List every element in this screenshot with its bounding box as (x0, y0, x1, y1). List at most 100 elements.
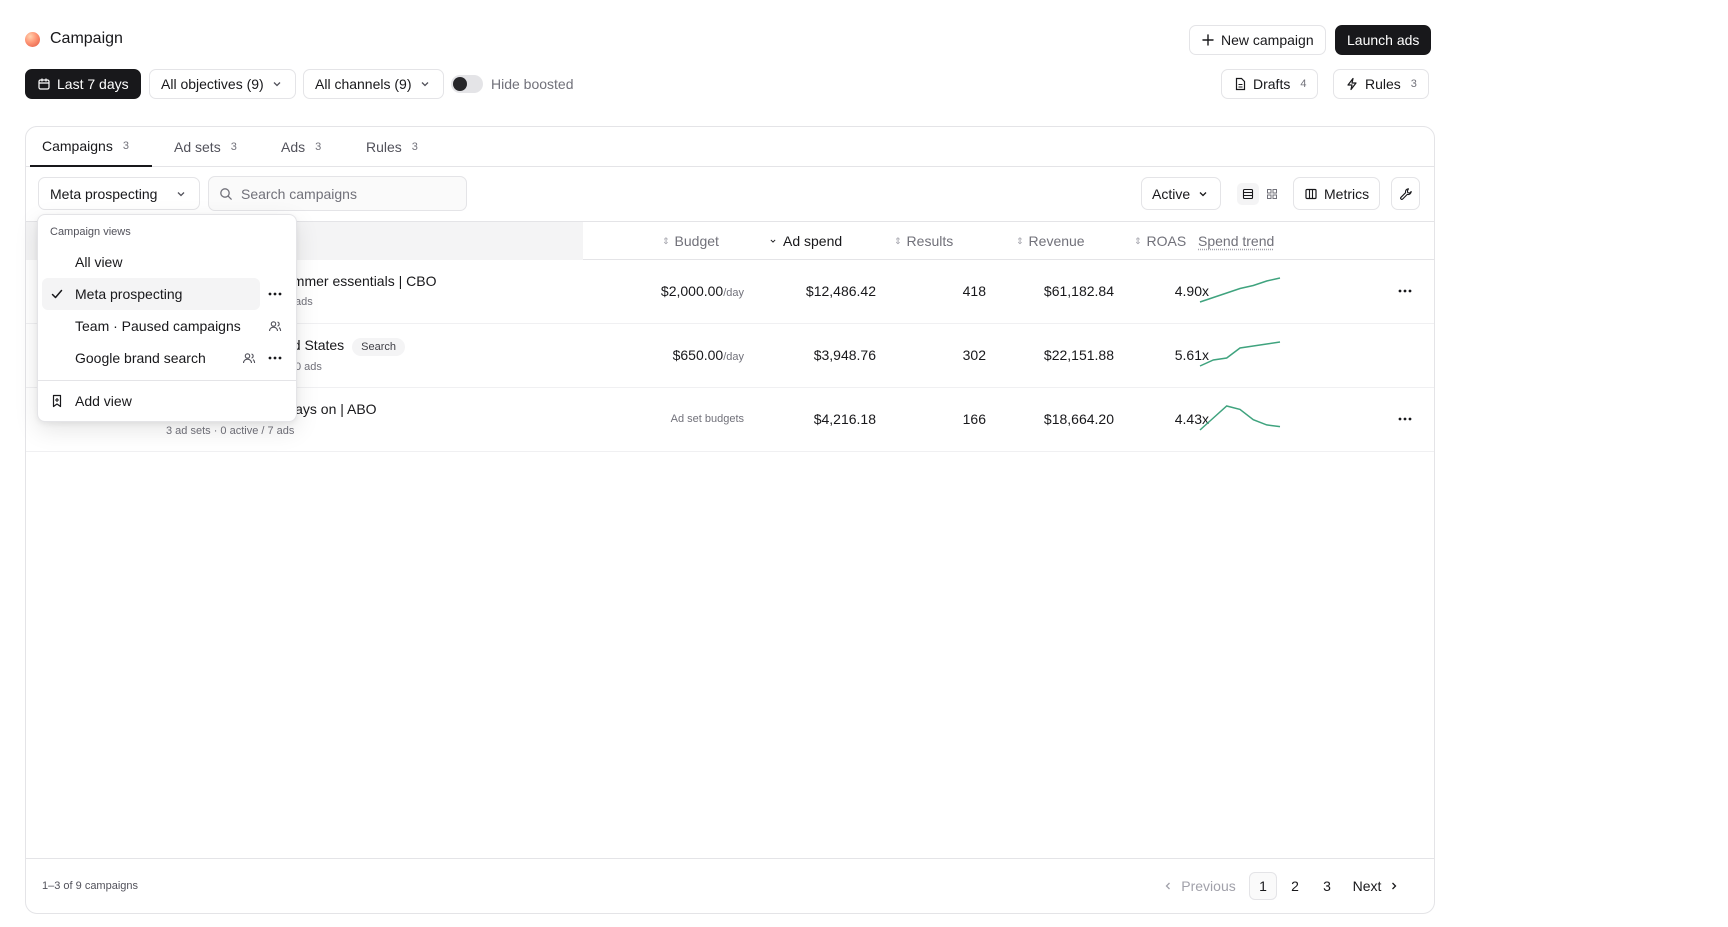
tab-count: 3 (230, 141, 237, 153)
tab-count: 3 (122, 140, 129, 152)
metrics-button[interactable]: Metrics (1293, 177, 1381, 210)
grid-view-icon[interactable] (1261, 183, 1283, 205)
tab-ad-sets[interactable]: Ad sets 3 (174, 127, 237, 167)
col-ad-spend[interactable]: Ad spend (768, 233, 842, 249)
row-actions-icon[interactable] (1396, 412, 1414, 426)
view-option-all[interactable]: All view (42, 246, 294, 278)
next-page-button[interactable]: Next (1347, 872, 1407, 900)
sparkline-line (1199, 341, 1281, 367)
status-filter[interactable]: Active (1141, 177, 1222, 210)
budget-per: /day (723, 351, 744, 363)
channels-filter[interactable]: All channels (9) (303, 69, 444, 99)
chevron-left-icon (1161, 879, 1175, 893)
dropdown-divider (38, 380, 296, 381)
tab-count: 3 (315, 141, 322, 153)
view-option-meta-prospecting[interactable]: Meta prospecting (42, 278, 294, 310)
tab-count: 3 (411, 141, 418, 153)
roas-cell: 5.61x (1174, 347, 1209, 363)
col-results[interactable]: ⇕ Results (894, 233, 953, 249)
tab-bar: Campaigns 3 Ad sets 3 Ads 3 Rules 3 (26, 127, 1434, 167)
add-view-button[interactable]: Add view (42, 385, 294, 417)
col-revenue[interactable]: ⇕ Revenue (1016, 233, 1085, 249)
col-label: ROAS (1146, 233, 1187, 249)
rules-count: 3 (1410, 78, 1417, 90)
check-icon (50, 287, 64, 301)
channels-label: All channels (9) (315, 76, 412, 92)
chevron-right-icon (1387, 879, 1401, 893)
chevron-down-icon (418, 77, 432, 91)
list-view-icon[interactable] (1237, 182, 1259, 205)
objectives-filter[interactable]: All objectives (9) (149, 69, 296, 99)
top-bar: Campaign New campaign Launch ads (0, 0, 1435, 80)
col-budget[interactable]: ⇕ Budget (662, 233, 719, 249)
search-box (208, 176, 467, 211)
view-option-google-brand[interactable]: Google brand search (42, 342, 294, 374)
tab-label: Ad sets (174, 139, 221, 155)
spend-trend-sparkline (1199, 277, 1281, 303)
new-campaign-button[interactable]: New campaign (1189, 25, 1326, 55)
users-icon (242, 351, 256, 365)
row-actions-icon[interactable] (1396, 284, 1414, 298)
launch-ads-button[interactable]: Launch ads (1335, 25, 1432, 55)
results-cell: 418 (962, 283, 986, 299)
sort-desc-icon (768, 234, 778, 248)
rules-button[interactable]: Rules 3 (1333, 69, 1429, 99)
drafts-label: Drafts (1253, 76, 1291, 92)
rules-label: Rules (1365, 76, 1401, 92)
channel-badge: Search (352, 338, 406, 356)
view-option-label: Google brand search (75, 350, 206, 366)
previous-page-button[interactable]: Previous (1156, 872, 1241, 900)
spend-trend-sparkline (1199, 405, 1281, 431)
search-icon (219, 187, 233, 201)
view-select[interactable]: Meta prospecting (38, 177, 200, 210)
col-label: Budget (674, 233, 719, 249)
campaign-name[interactable]: ummer essentials | CBO (285, 273, 436, 289)
tab-campaigns[interactable]: Campaigns 3 (30, 127, 152, 167)
new-campaign-label: New campaign (1221, 32, 1314, 48)
sort-icon: ⇕ (1016, 235, 1024, 246)
hide-boosted-label: Hide boosted (491, 76, 574, 92)
tab-rules[interactable]: Rules 3 (366, 127, 418, 167)
chevron-down-icon (1196, 187, 1210, 201)
view-option-label: Team · Paused campaigns (75, 318, 241, 334)
date-range-button[interactable]: Last 7 days (25, 69, 141, 99)
results-cell: 166 (962, 411, 986, 427)
tab-label: Ads (281, 139, 306, 155)
page-title: Campaign (50, 30, 123, 47)
spend-cell: $4,216.18 (813, 411, 876, 427)
calendar-icon (37, 77, 51, 91)
next-label: Next (1352, 878, 1382, 894)
campaign-name[interactable]: ed States Search (285, 337, 406, 356)
campaign-name[interactable]: ways on | ABO (285, 401, 377, 417)
launch-ads-label: Launch ads (1347, 32, 1420, 48)
chevron-down-icon (174, 187, 188, 201)
page-3-button[interactable]: 3 (1313, 872, 1341, 900)
page-1-button[interactable]: 1 (1249, 872, 1277, 900)
view-option-label: Meta prospecting (75, 286, 183, 302)
col-label: Ad spend (783, 233, 843, 249)
more-icon[interactable] (268, 287, 282, 301)
more-icon[interactable] (268, 351, 282, 365)
campaign-sub: 0 ads (295, 361, 322, 373)
document-icon (1233, 77, 1247, 91)
revenue-cell: $18,664.20 (1043, 411, 1114, 427)
row-count: 1–3 of 9 campaigns (42, 880, 139, 892)
col-roas[interactable]: ⇕ ROAS (1134, 233, 1186, 249)
app-logo (25, 32, 40, 47)
columns-icon (1304, 187, 1318, 201)
tab-ads[interactable]: Ads 3 (281, 127, 321, 167)
page-2-button[interactable]: 2 (1281, 872, 1309, 900)
budget-value: $650.00 (672, 347, 724, 363)
chevron-down-icon (270, 77, 284, 91)
budget-cell: $650.00/day (586, 347, 744, 363)
wrench-button[interactable] (1391, 177, 1420, 210)
budget-value: $2,000.00 (660, 283, 724, 299)
col-spend-trend: Spend trend (1198, 233, 1275, 249)
drafts-button[interactable]: Drafts 4 (1221, 69, 1319, 99)
search-input[interactable] (241, 185, 456, 202)
hide-boosted-toggle[interactable] (451, 75, 483, 93)
bookmark-plus-icon (50, 394, 64, 408)
view-select-label: Meta prospecting (50, 185, 158, 202)
view-option-team-paused[interactable]: Team · Paused campaigns (42, 310, 294, 342)
revenue-cell: $61,182.84 (1043, 283, 1114, 299)
